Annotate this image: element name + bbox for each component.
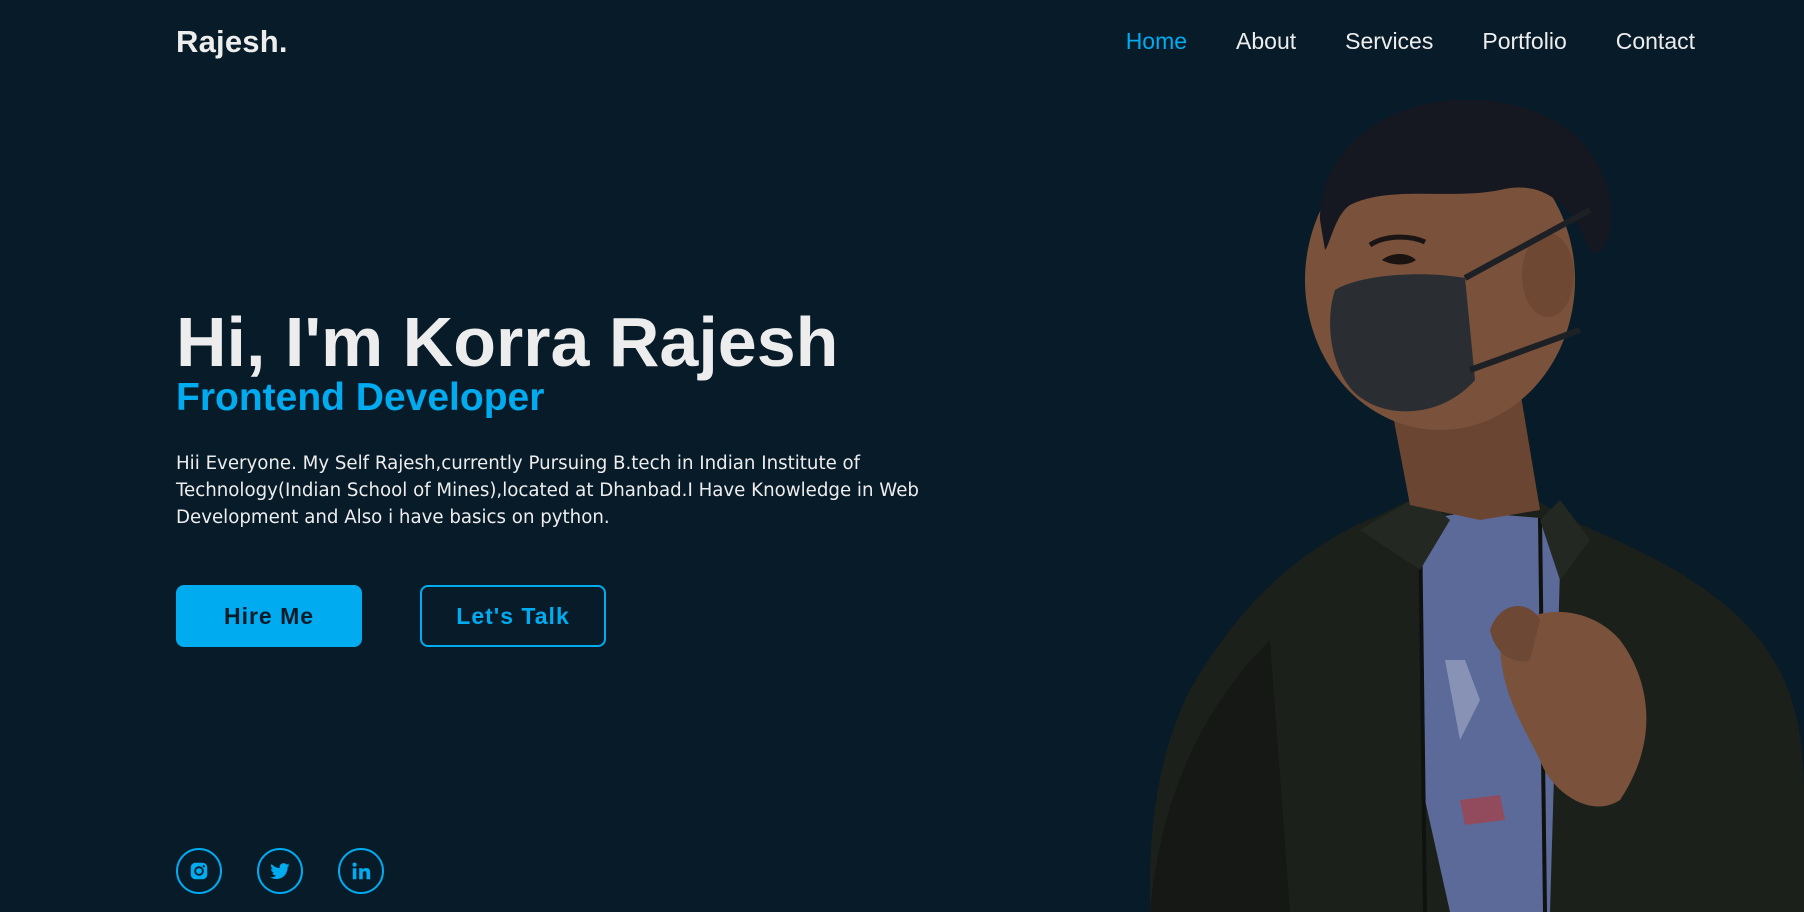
instagram-link[interactable]	[176, 848, 222, 894]
social-links	[176, 848, 419, 894]
instagram-icon	[190, 862, 208, 880]
nav-contact[interactable]: Contact	[1616, 28, 1695, 55]
linkedin-icon	[352, 862, 371, 880]
profile-photo	[1149, 100, 1804, 912]
nav-portfolio[interactable]: Portfolio	[1482, 28, 1566, 55]
logo[interactable]: Rajesh.	[176, 24, 288, 60]
lets-talk-button[interactable]: Let's Talk	[420, 585, 606, 647]
main-nav: Home About Services Portfolio Contact	[1077, 28, 1695, 55]
nav-home[interactable]: Home	[1126, 28, 1187, 55]
linkedin-link[interactable]	[338, 848, 384, 894]
nav-about[interactable]: About	[1236, 28, 1296, 55]
hero-description: Hii Everyone. My Self Rajesh,currently P…	[176, 453, 919, 528]
hire-me-button[interactable]: Hire Me	[176, 585, 362, 647]
hero-title: Hi, I'm Korra Rajesh	[176, 303, 839, 381]
hero-section: Hi, I'm Korra Rajesh Frontend Developer …	[176, 300, 936, 531]
twitter-icon	[270, 863, 290, 880]
page: Rajesh. Home About Services Portfolio Co…	[0, 0, 1804, 912]
header: Rajesh. Home About Services Portfolio Co…	[0, 0, 1804, 84]
hero-buttons: Hire Me Let's Talk	[176, 585, 606, 647]
nav-services[interactable]: Services	[1345, 28, 1433, 55]
twitter-link[interactable]	[257, 848, 303, 894]
